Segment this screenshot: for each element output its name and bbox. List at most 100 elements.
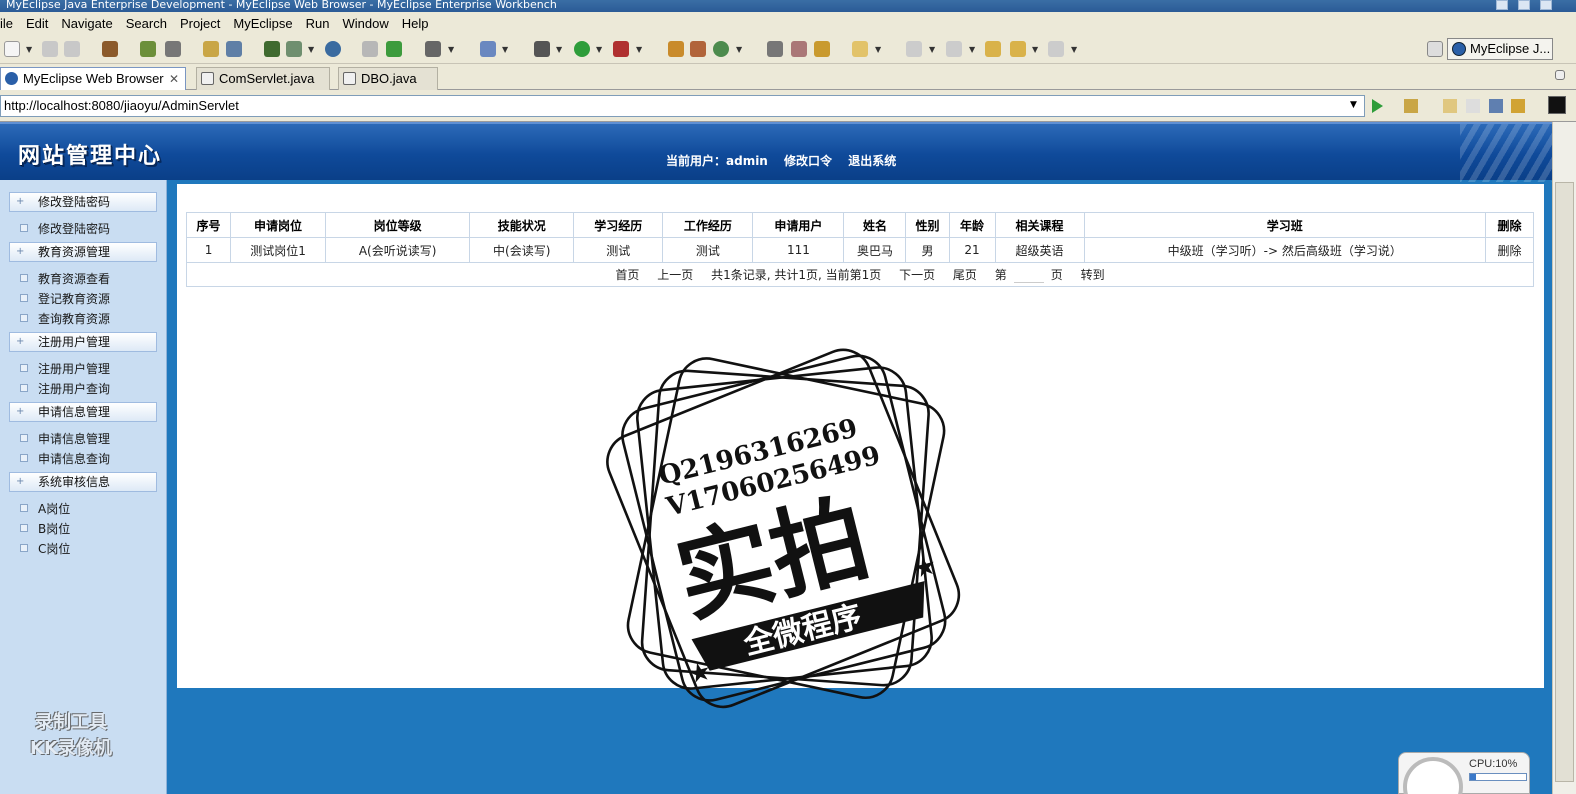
folder-icon[interactable] — [852, 41, 868, 57]
sidebar-item-register-resource[interactable]: 登记教育资源 — [20, 290, 110, 307]
chevron-down-icon[interactable]: ▼ — [556, 45, 562, 54]
run-icon[interactable] — [574, 41, 590, 57]
expand-icon: + — [16, 196, 25, 207]
back-icon[interactable] — [1010, 41, 1026, 57]
forward-icon[interactable] — [1466, 99, 1480, 113]
external-tools-icon[interactable] — [613, 41, 629, 57]
menu-window[interactable]: Window — [338, 16, 397, 31]
sidebar-group-password[interactable]: + 修改登陆密码 — [9, 192, 157, 212]
chevron-down-icon[interactable]: ▼ — [875, 45, 881, 54]
open-type-icon[interactable] — [767, 41, 783, 57]
back-icon[interactable] — [1443, 99, 1457, 113]
save-all-icon[interactable] — [64, 41, 80, 57]
new-icon[interactable] — [4, 41, 20, 57]
go-icon[interactable] — [1372, 99, 1383, 113]
save-icon[interactable] — [42, 41, 58, 57]
new-project-icon[interactable] — [480, 41, 496, 57]
tab-web-browser[interactable]: MyEclipse Web Browser ✕ — [0, 67, 186, 90]
page-number-input[interactable] — [1013, 269, 1044, 283]
menu-file[interactable]: ile — [0, 16, 21, 31]
chevron-down-icon[interactable]: ▼ — [929, 45, 935, 54]
scroll-thumb[interactable] — [1555, 182, 1574, 782]
chevron-down-icon[interactable]: ▼ — [596, 45, 602, 54]
tab-dbo[interactable]: DBO.java — [338, 67, 438, 90]
sidebar-group-review[interactable]: + 系统审核信息 — [9, 472, 157, 492]
url-input[interactable]: http://localhost:8080/jiaoyu/AdminServle… — [0, 95, 1365, 117]
delete-link[interactable]: 删除 — [1484, 237, 1535, 263]
sidebar-group-users[interactable]: + 注册用户管理 — [9, 332, 157, 352]
chevron-down-icon[interactable]: ▼ — [736, 45, 742, 54]
forward-icon[interactable] — [1048, 41, 1064, 57]
tab-comservlet[interactable]: ComServlet.java — [196, 67, 330, 90]
search-icon[interactable] — [226, 41, 242, 57]
chevron-down-icon[interactable]: ▼ — [448, 45, 454, 54]
menu-run[interactable]: Run — [301, 16, 338, 31]
menu-edit[interactable]: Edit — [21, 16, 56, 31]
refresh-icon[interactable] — [1511, 99, 1525, 113]
sidebar-item-post-a[interactable]: A岗位 — [20, 500, 70, 517]
console-icon[interactable] — [1548, 96, 1566, 114]
chevron-down-icon[interactable]: ▼ — [636, 45, 642, 54]
maximize-button[interactable] — [1518, 0, 1530, 10]
new-class-icon[interactable] — [668, 41, 684, 57]
next-page-link[interactable]: 下一页 — [899, 268, 935, 282]
refresh-icon[interactable] — [713, 41, 729, 57]
sidebar-item-post-b[interactable]: B岗位 — [20, 520, 70, 537]
minimize-button[interactable] — [1496, 0, 1508, 10]
chevron-down-icon[interactable]: ▼ — [308, 45, 314, 54]
close-icon[interactable]: ✕ — [169, 68, 179, 90]
chevron-down-icon[interactable]: ▼ — [502, 45, 508, 54]
recorder-watermark: 录制工具 KK录像机 — [30, 710, 112, 762]
change-password-link[interactable]: 修改口令 — [784, 154, 832, 168]
lock-icon[interactable] — [165, 41, 181, 57]
menu-search[interactable]: Search — [121, 16, 175, 31]
chevron-down-icon[interactable]: ▼ — [26, 45, 32, 54]
bookmark-icon[interactable] — [1404, 99, 1418, 113]
sidebar-item-change-password[interactable]: 修改登陆密码 — [20, 220, 110, 237]
package-icon[interactable] — [102, 41, 118, 57]
sidebar-group-resources[interactable]: + 教育资源管理 — [9, 242, 157, 262]
add-icon[interactable] — [386, 41, 402, 57]
next-annotation-icon[interactable] — [906, 41, 922, 57]
chevron-down-icon[interactable]: ▼ — [1032, 45, 1038, 54]
menu-help[interactable]: Help — [397, 16, 437, 31]
chevron-down-icon[interactable]: ▼ — [969, 45, 975, 54]
sidebar-item-query-resources[interactable]: 查询教育资源 — [20, 310, 110, 327]
sidebar-item-manage-applications[interactable]: 申请信息管理 — [20, 430, 110, 447]
minimize-view-icon[interactable] — [1555, 70, 1565, 80]
sidebar-item-query-users[interactable]: 注册用户查询 — [20, 380, 110, 397]
sidebar-group-applications[interactable]: + 申请信息管理 — [9, 402, 157, 422]
bug-icon[interactable] — [534, 41, 550, 57]
vertical-scrollbar[interactable] — [1552, 122, 1576, 794]
build-icon[interactable] — [286, 41, 302, 57]
prev-page-link[interactable]: 上一页 — [657, 268, 693, 282]
menu-project[interactable]: Project — [175, 16, 228, 31]
rocket-icon[interactable] — [791, 41, 807, 57]
first-page-link[interactable]: 首页 — [615, 268, 639, 282]
perspective-button[interactable]: MyEclipse J... — [1447, 38, 1553, 60]
prev-annotation-icon[interactable] — [946, 41, 962, 57]
sidebar-item-view-resources[interactable]: 教育资源查看 — [20, 270, 110, 287]
goto-button[interactable]: 转到 — [1081, 268, 1105, 282]
drawer-icon[interactable] — [814, 41, 830, 57]
last-edit-icon[interactable] — [985, 41, 1001, 57]
deploy-icon[interactable] — [203, 41, 219, 57]
chevron-down-icon[interactable]: ▼ — [1350, 100, 1357, 110]
menu-navigate[interactable]: Navigate — [56, 16, 120, 31]
sidebar-item-post-c[interactable]: C岗位 — [20, 540, 70, 557]
globe-icon[interactable] — [325, 41, 341, 57]
close-window-button[interactable] — [1540, 0, 1552, 10]
debug-icon[interactable] — [140, 41, 156, 57]
sidebar-item-query-applications[interactable]: 申请信息查询 — [20, 450, 110, 467]
open-perspective-icon[interactable] — [1427, 41, 1443, 57]
stop-icon[interactable] — [1489, 99, 1503, 113]
logout-link[interactable]: 退出系统 — [848, 154, 896, 168]
chevron-down-icon[interactable]: ▼ — [1071, 45, 1077, 54]
sidebar-item-manage-users[interactable]: 注册用户管理 — [20, 360, 110, 377]
menu-myeclipse[interactable]: MyEclipse — [228, 16, 300, 31]
last-page-link[interactable]: 尾页 — [953, 268, 977, 282]
new-package-icon[interactable] — [690, 41, 706, 57]
camera-icon[interactable] — [425, 41, 441, 57]
server-icon[interactable] — [264, 41, 280, 57]
open-folder-icon[interactable] — [362, 41, 378, 57]
